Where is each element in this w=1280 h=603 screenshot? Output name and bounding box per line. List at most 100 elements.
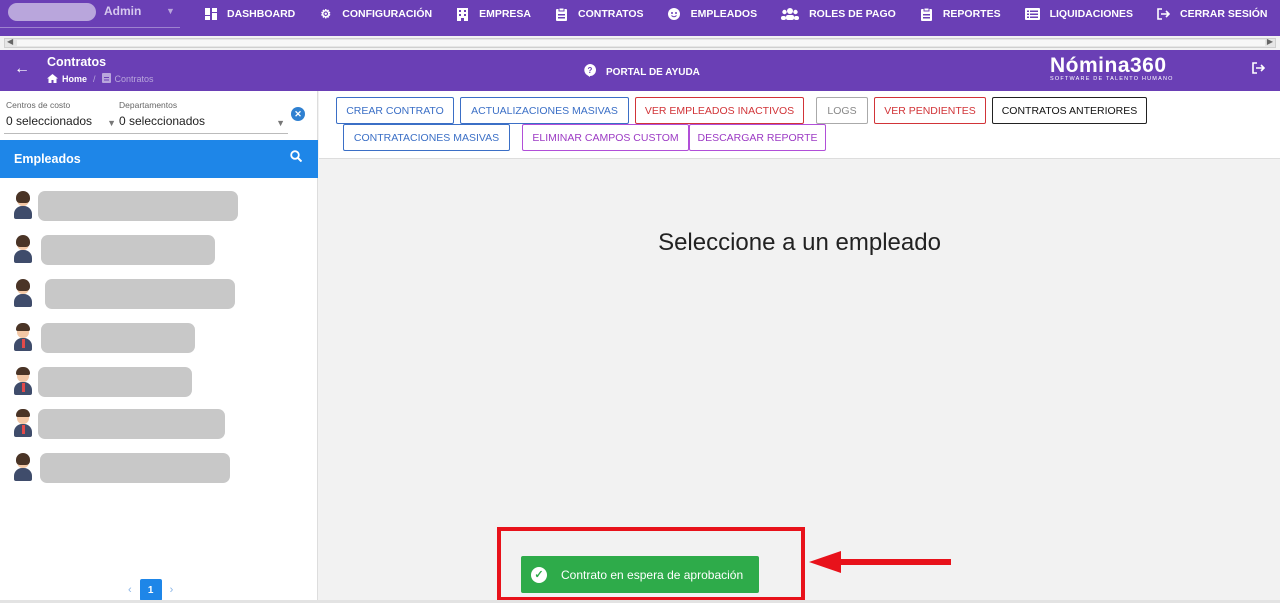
users-icon bbox=[781, 7, 800, 21]
top-navigation: Admin ▼ DASHBOARD ⚙ CONFIGURACIÓN EMPRES… bbox=[0, 0, 1280, 36]
employee-name-redacted bbox=[40, 453, 230, 483]
nav-empresa-label: EMPRESA bbox=[479, 8, 532, 20]
employee-name-redacted bbox=[38, 367, 192, 397]
pagination: ‹ 1 › bbox=[128, 579, 173, 601]
list-icon bbox=[1024, 7, 1040, 21]
search-icon[interactable] bbox=[290, 150, 303, 165]
employee-row[interactable] bbox=[0, 445, 318, 485]
nav-empleados[interactable]: EMPLEADOS bbox=[668, 7, 758, 21]
male-avatar-icon bbox=[12, 323, 34, 351]
nav-empresa[interactable]: EMPRESA bbox=[456, 7, 532, 21]
clipboard-icon bbox=[101, 73, 111, 85]
breadcrumb-home[interactable]: Home bbox=[62, 74, 87, 84]
brand-name: Nómina360 bbox=[1050, 54, 1167, 77]
home-icon bbox=[47, 73, 58, 85]
employee-row[interactable] bbox=[0, 401, 318, 441]
help-icon: ? bbox=[584, 64, 596, 80]
previous-contracts-button[interactable]: CONTRATOS ANTERIORES bbox=[992, 97, 1147, 124]
nav-empleados-label: EMPLEADOS bbox=[690, 8, 758, 20]
department-value: 0 seleccionados bbox=[119, 114, 206, 128]
empty-state-message: Seleccione a un empleado bbox=[658, 229, 941, 256]
nav-configuracion[interactable]: ⚙ CONFIGURACIÓN bbox=[319, 6, 433, 21]
employee-name-redacted bbox=[38, 191, 238, 221]
nav-roles-de-pago[interactable]: ROLES DE PAGO bbox=[781, 7, 896, 21]
nav-dashboard-label: DASHBOARD bbox=[227, 8, 296, 20]
cost-center-filter[interactable]: Centros de costo 0 seleccionados ▼ bbox=[6, 100, 116, 128]
inactive-employees-button[interactable]: VER EMPLEADOS INACTIVOS bbox=[635, 97, 804, 124]
chevron-down-icon: ▼ bbox=[166, 6, 175, 16]
female-avatar-icon bbox=[12, 453, 34, 481]
cost-center-value: 0 seleccionados bbox=[6, 114, 93, 128]
page-number[interactable]: 1 bbox=[139, 579, 162, 601]
building-icon bbox=[456, 7, 469, 21]
breadcrumb-current: Contratos bbox=[114, 74, 154, 84]
scroll-right-icon[interactable]: ▶ bbox=[1267, 37, 1273, 46]
user-name: Admin bbox=[104, 4, 142, 18]
nav-cerrar-sesion[interactable]: CERRAR SESIÓN bbox=[1157, 7, 1268, 21]
employee-row[interactable] bbox=[0, 227, 318, 267]
svg-text:?: ? bbox=[588, 66, 593, 75]
help-portal-label: PORTAL DE AYUDA bbox=[606, 66, 700, 78]
user-menu[interactable]: Admin ▼ bbox=[0, 0, 180, 28]
create-contract-button[interactable]: CREAR CONTRATO bbox=[336, 97, 454, 124]
brand-logo: Nómina360 SOFTWARE DE TALENTO HUMANO bbox=[1050, 54, 1174, 82]
nav-reportes[interactable]: REPORTES bbox=[920, 7, 1001, 21]
nav-contratos-label: CONTRATOS bbox=[578, 8, 644, 20]
logs-button[interactable]: LOGS bbox=[816, 97, 868, 124]
breadcrumb-separator: / bbox=[93, 74, 96, 84]
mass-hiring-button[interactable]: CONTRATACIONES MASIVAS bbox=[343, 124, 510, 151]
employees-title: Empleados bbox=[14, 152, 81, 166]
brand-tagline: SOFTWARE DE TALENTO HUMANO bbox=[1050, 76, 1174, 82]
prev-page-icon[interactable]: ‹ bbox=[128, 584, 132, 596]
user-avatar-redacted bbox=[8, 3, 96, 21]
scrollbar-thumb[interactable] bbox=[17, 40, 1265, 46]
page-header: ← Contratos Home / Contratos ? PORTAL DE… bbox=[0, 50, 1280, 91]
action-toolbar: CREAR CONTRATO ACTUALIZACIONES MASIVAS V… bbox=[319, 91, 1280, 159]
nav-contratos[interactable]: CONTRATOS bbox=[555, 7, 644, 21]
clear-filters-icon[interactable]: ✕ bbox=[291, 107, 305, 121]
female-avatar-icon bbox=[12, 235, 34, 263]
employees-header: Empleados bbox=[0, 140, 318, 178]
nav-roles-de-pago-label: ROLES DE PAGO bbox=[809, 8, 896, 20]
nav-reportes-label: REPORTES bbox=[942, 8, 1001, 20]
employee-row[interactable] bbox=[0, 359, 318, 399]
employee-name-redacted bbox=[41, 235, 215, 265]
employee-name-redacted bbox=[41, 323, 195, 353]
face-icon bbox=[668, 7, 681, 21]
annotation-arrow-icon bbox=[809, 551, 951, 573]
employee-row[interactable] bbox=[0, 315, 318, 355]
horizontal-scrollbar[interactable]: ◀ ▶ bbox=[4, 37, 1276, 48]
nav-liquidaciones-label: LIQUIDACIONES bbox=[1049, 8, 1133, 20]
logout-icon bbox=[1157, 7, 1171, 21]
employee-name-redacted bbox=[38, 409, 225, 439]
nav-liquidaciones[interactable]: LIQUIDACIONES bbox=[1024, 7, 1133, 21]
employee-row[interactable] bbox=[0, 183, 318, 223]
nav-cerrar-sesion-label: CERRAR SESIÓN bbox=[1180, 8, 1268, 20]
dashboard-icon bbox=[204, 7, 217, 21]
clipboard-icon bbox=[555, 7, 568, 21]
nav-configuracion-label: CONFIGURACIÓN bbox=[342, 8, 433, 20]
female-avatar-icon bbox=[12, 191, 34, 219]
breadcrumb: Home / Contratos bbox=[47, 73, 154, 85]
department-filter[interactable]: Departamentos 0 seleccionados ▼ bbox=[119, 100, 285, 128]
scroll-left-icon[interactable]: ◀ bbox=[7, 37, 13, 46]
download-report-button[interactable]: DESCARGAR REPORTE bbox=[689, 124, 826, 151]
delete-custom-fields-button[interactable]: ELIMINAR CAMPOS CUSTOM bbox=[522, 124, 689, 151]
chevron-down-icon: ▼ bbox=[107, 118, 116, 128]
nav-dashboard[interactable]: DASHBOARD bbox=[204, 7, 296, 21]
gear-icon: ⚙ bbox=[320, 6, 332, 21]
mass-updates-button[interactable]: ACTUALIZACIONES MASIVAS bbox=[460, 97, 629, 124]
pending-button[interactable]: VER PENDIENTES bbox=[874, 97, 986, 124]
employees-panel: Centros de costo 0 seleccionados ▼ Depar… bbox=[0, 91, 318, 603]
male-avatar-icon bbox=[12, 367, 34, 395]
page-title: Contratos bbox=[47, 55, 107, 69]
next-page-icon[interactable]: › bbox=[170, 584, 174, 596]
filter-divider bbox=[4, 133, 288, 134]
logout-icon[interactable] bbox=[1252, 62, 1266, 77]
clipboard-icon bbox=[920, 7, 933, 21]
chevron-down-icon: ▼ bbox=[276, 118, 285, 128]
female-avatar-icon bbox=[12, 279, 34, 307]
employee-row[interactable] bbox=[0, 271, 318, 311]
back-arrow-icon[interactable]: ← bbox=[14, 60, 30, 78]
help-portal-link[interactable]: ? PORTAL DE AYUDA bbox=[584, 64, 700, 80]
